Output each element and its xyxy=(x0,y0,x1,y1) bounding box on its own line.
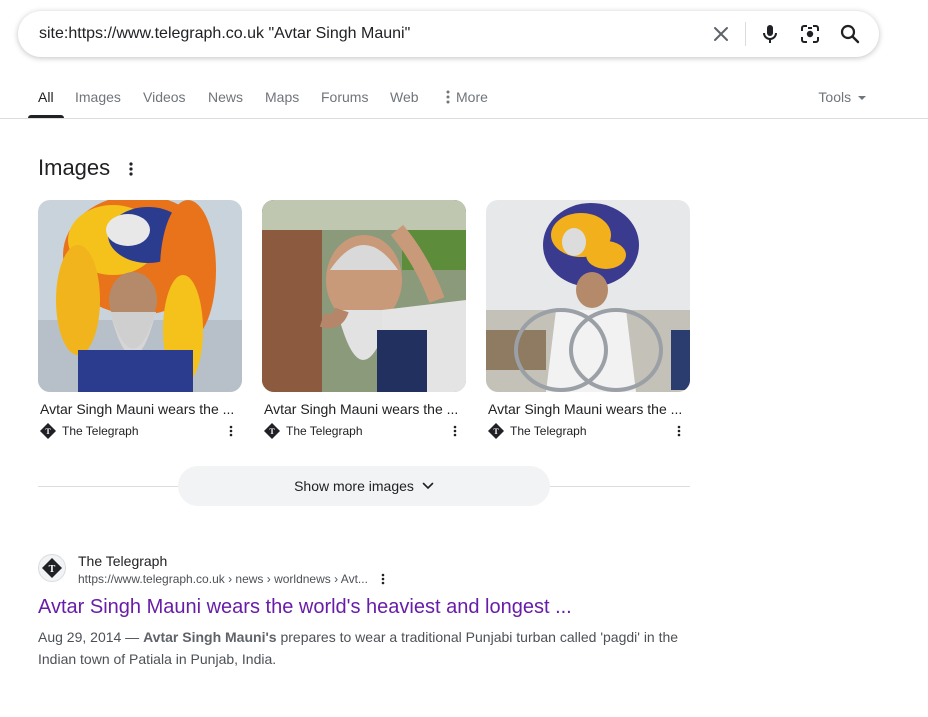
image-source: T The Telegraph xyxy=(262,422,466,440)
tab-more[interactable]: More xyxy=(446,89,488,105)
chevron-down-icon xyxy=(422,482,434,490)
result-snippet-highlight: Avtar Singh Mauni's xyxy=(143,629,277,645)
tab-maps[interactable]: Maps xyxy=(265,89,299,105)
tab-forums[interactable]: Forums xyxy=(321,89,368,105)
image-source-name: The Telegraph xyxy=(510,424,587,438)
images-section-heading: Images xyxy=(38,155,111,180)
show-more-images-button[interactable]: Show more images xyxy=(178,466,550,506)
telegraph-logo-icon: T xyxy=(40,423,56,439)
image-caption[interactable]: Avtar Singh Mauni wears the ... xyxy=(264,401,462,417)
microphone-icon[interactable] xyxy=(758,22,782,46)
image-source-name: The Telegraph xyxy=(62,424,139,438)
tab-web[interactable]: Web xyxy=(390,89,419,105)
clear-icon[interactable] xyxy=(709,22,733,46)
image-source: T The Telegraph xyxy=(38,422,242,440)
search-bar xyxy=(18,11,879,57)
tab-more-label: More xyxy=(456,89,488,105)
camera-search-icon[interactable] xyxy=(798,22,822,46)
more-vert-icon xyxy=(446,90,450,104)
image-card[interactable]: Avtar Singh Mauni wears the ... T The Te… xyxy=(486,200,690,440)
search-input[interactable] xyxy=(39,11,689,57)
image-thumbnail[interactable] xyxy=(486,200,690,392)
image-source-name: The Telegraph xyxy=(286,424,363,438)
search-divider xyxy=(745,22,746,46)
active-tab-indicator xyxy=(28,115,64,118)
result-url[interactable]: https://www.telegraph.co.uk › news › wor… xyxy=(78,572,368,586)
image-source: T The Telegraph xyxy=(486,422,690,440)
result-title-link[interactable]: Avtar Singh Mauni wears the world's heav… xyxy=(38,596,572,619)
image-card-menu-icon[interactable] xyxy=(450,423,460,439)
image-caption[interactable]: Avtar Singh Mauni wears the ... xyxy=(40,401,238,417)
image-card[interactable]: Avtar Singh Mauni wears the ... T The Te… xyxy=(262,200,466,440)
image-card-menu-icon[interactable] xyxy=(674,423,684,439)
result-site-name[interactable]: The Telegraph xyxy=(78,553,167,569)
tab-images[interactable]: Images xyxy=(75,89,121,105)
search-icon[interactable] xyxy=(838,22,862,46)
tab-videos[interactable]: Videos xyxy=(143,89,186,105)
result-menu-icon[interactable] xyxy=(379,572,387,586)
image-card-menu-icon[interactable] xyxy=(226,423,236,439)
result-date: Aug 29, 2014 xyxy=(38,629,122,645)
tools-button[interactable]: Tools xyxy=(818,89,866,105)
svg-text:T: T xyxy=(49,564,56,575)
svg-text:T: T xyxy=(45,427,51,436)
telegraph-logo-icon: T xyxy=(264,423,280,439)
images-section-menu-icon[interactable] xyxy=(124,160,138,178)
telegraph-logo-icon: T xyxy=(488,423,504,439)
image-thumbnail[interactable] xyxy=(38,200,242,392)
image-caption[interactable]: Avtar Singh Mauni wears the ... xyxy=(488,401,686,417)
result-favicon[interactable]: T xyxy=(38,554,66,582)
tools-caret-icon xyxy=(858,95,866,100)
image-thumbnail[interactable] xyxy=(262,200,466,392)
tab-all[interactable]: All xyxy=(38,89,54,105)
search-tabs: All Images Videos News Maps Forums Web M… xyxy=(0,76,928,119)
svg-text:T: T xyxy=(269,427,275,436)
result-date-separator: — xyxy=(121,629,144,645)
result-snippet: Aug 29, 2014 — Avtar Singh Mauni's prepa… xyxy=(38,626,688,670)
image-card[interactable]: Avtar Singh Mauni wears the ... T The Te… xyxy=(38,200,242,440)
tools-label: Tools xyxy=(818,89,852,105)
tab-news[interactable]: News xyxy=(208,89,243,105)
show-more-images-label: Show more images xyxy=(294,478,414,494)
telegraph-logo-icon: T xyxy=(42,558,62,578)
svg-text:T: T xyxy=(493,427,499,436)
